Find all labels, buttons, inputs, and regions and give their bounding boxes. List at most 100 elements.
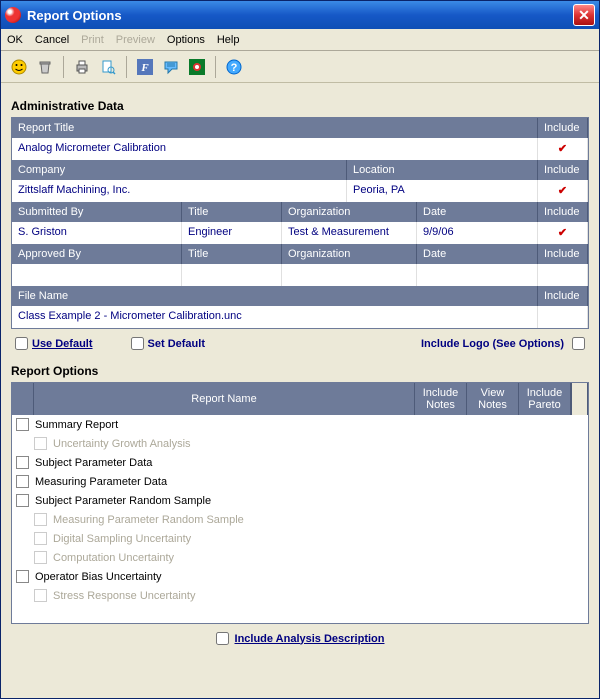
- menu-cancel[interactable]: Cancel: [35, 34, 69, 46]
- report-row[interactable]: Subject Parameter Data: [12, 453, 588, 472]
- report-row-label: Computation Uncertainty: [53, 552, 174, 564]
- report-row-checkbox: [34, 551, 47, 564]
- menu-help[interactable]: Help: [217, 34, 240, 46]
- rt-hdr-scroll: [571, 383, 588, 415]
- preview-button[interactable]: [96, 55, 120, 79]
- report-row-label: Operator Bias Uncertainty: [35, 571, 162, 583]
- val-file-name[interactable]: Class Example 2 - Micrometer Calibration…: [12, 306, 538, 328]
- chk-approved[interactable]: [538, 264, 588, 286]
- hdr-include: Include: [538, 160, 588, 180]
- val-app-date[interactable]: [417, 264, 538, 286]
- window-title: Report Options: [27, 8, 573, 23]
- report-row-checkbox[interactable]: [16, 418, 29, 431]
- chk-submitted[interactable]: ✔: [538, 222, 588, 244]
- report-row-label: Measuring Parameter Data: [35, 476, 167, 488]
- chk-company[interactable]: ✔: [538, 180, 588, 202]
- logo-button[interactable]: [185, 55, 209, 79]
- svg-text:F: F: [140, 62, 149, 74]
- val-location[interactable]: Peoria, PA: [347, 180, 538, 202]
- titlebar: Report Options ✕: [1, 1, 599, 29]
- hdr-include: Include: [538, 202, 588, 222]
- rt-hdr-view-notes: View Notes: [467, 383, 519, 415]
- report-row-checkbox[interactable]: [16, 456, 29, 469]
- font-icon: F: [137, 59, 153, 75]
- report-row[interactable]: Uncertainty Growth Analysis: [12, 434, 588, 453]
- report-row-checkbox[interactable]: [16, 475, 29, 488]
- report-row-checkbox[interactable]: [16, 494, 29, 507]
- val-company[interactable]: Zittslaff Machining, Inc.: [12, 180, 347, 202]
- report-row[interactable]: Measuring Parameter Random Sample: [12, 510, 588, 529]
- val-app-title[interactable]: [182, 264, 282, 286]
- hdr-title: Title: [182, 244, 282, 264]
- report-options-title: Report Options: [11, 364, 589, 378]
- toolbar-separator: [126, 56, 127, 78]
- val-sub-title[interactable]: Engineer: [182, 222, 282, 244]
- defaults-row: Use Default Set Default Include Logo (Se…: [11, 329, 589, 358]
- hdr-date: Date: [417, 244, 538, 264]
- hdr-approved-by: Approved By: [12, 244, 182, 264]
- bottom-bar: Include Analysis Description: [11, 624, 589, 649]
- val-report-title[interactable]: Analog Micrometer Calibration: [12, 138, 538, 160]
- hdr-title: Title: [182, 202, 282, 222]
- preview-icon: [100, 59, 116, 75]
- report-table-body[interactable]: Summary Report Uncertainty Growth Analysi…: [12, 415, 588, 623]
- report-row[interactable]: Stress Response Uncertainty: [12, 586, 588, 605]
- report-row[interactable]: Measuring Parameter Data: [12, 472, 588, 491]
- menu-print: Print: [81, 34, 104, 46]
- hdr-report-title: Report Title: [12, 118, 538, 138]
- hdr-company: Company: [12, 160, 347, 180]
- note-button[interactable]: [159, 55, 183, 79]
- chk-report-title[interactable]: ✔: [538, 138, 588, 160]
- report-row[interactable]: Subject Parameter Random Sample: [12, 491, 588, 510]
- use-default-checkbox[interactable]: Use Default: [15, 337, 93, 350]
- rt-hdr-include-pareto: Include Pareto: [519, 383, 571, 415]
- report-row[interactable]: Computation Uncertainty: [12, 548, 588, 567]
- report-row-label: Uncertainty Growth Analysis: [53, 438, 191, 450]
- report-row-checkbox[interactable]: [16, 570, 29, 583]
- logo-icon: [189, 59, 205, 75]
- include-analysis-checkbox[interactable]: [216, 632, 229, 645]
- content-area: Administrative Data Report Title Include…: [1, 83, 599, 698]
- report-table-header: Report Name Include Notes View Notes Inc…: [12, 383, 588, 415]
- report-row-checkbox: [34, 437, 47, 450]
- report-row-label: Stress Response Uncertainty: [53, 590, 195, 602]
- report-row-label: Subject Parameter Data: [35, 457, 152, 469]
- hdr-organization: Organization: [282, 244, 417, 264]
- print-button[interactable]: [70, 55, 94, 79]
- menu-options[interactable]: Options: [167, 34, 205, 46]
- val-submitted-by[interactable]: S. Griston: [12, 222, 182, 244]
- close-button[interactable]: ✕: [573, 4, 595, 26]
- report-row[interactable]: Operator Bias Uncertainty: [12, 567, 588, 586]
- include-analysis-label: Include Analysis Description: [235, 633, 385, 645]
- val-approved-by[interactable]: [12, 264, 182, 286]
- chk-file-name[interactable]: [538, 306, 588, 328]
- help-button[interactable]: ?: [222, 55, 246, 79]
- val-sub-org[interactable]: Test & Measurement: [282, 222, 417, 244]
- note-icon: [163, 59, 179, 75]
- admin-grid: Report Title Include Analog Micrometer C…: [11, 117, 589, 329]
- menu-ok[interactable]: OK: [7, 34, 23, 46]
- report-row-label: Digital Sampling Uncertainty: [53, 533, 191, 545]
- report-row[interactable]: Summary Report: [12, 415, 588, 434]
- smiley-icon: [11, 59, 27, 75]
- val-app-org[interactable]: [282, 264, 417, 286]
- toolbar-separator: [215, 56, 216, 78]
- report-row[interactable]: Digital Sampling Uncertainty: [12, 529, 588, 548]
- set-default-checkbox[interactable]: Set Default: [131, 337, 205, 350]
- font-button[interactable]: F: [133, 55, 157, 79]
- trash-button[interactable]: [33, 55, 57, 79]
- app-icon: [5, 7, 21, 23]
- hdr-include: Include: [538, 118, 588, 138]
- report-row-checkbox: [34, 513, 47, 526]
- print-icon: [74, 59, 90, 75]
- report-options-table: Report Name Include Notes View Notes Inc…: [11, 382, 589, 624]
- report-options-window: Report Options ✕ OK Cancel Print Preview…: [0, 0, 600, 699]
- menubar: OK Cancel Print Preview Options Help: [1, 29, 599, 51]
- include-logo-checkbox[interactable]: [572, 337, 585, 350]
- report-row-label: Subject Parameter Random Sample: [35, 495, 211, 507]
- toolbar: F ?: [1, 51, 599, 83]
- use-default-label: Use Default: [32, 338, 93, 350]
- smiley-button[interactable]: [7, 55, 31, 79]
- rt-hdr-include-notes: Include Notes: [415, 383, 467, 415]
- val-sub-date[interactable]: 9/9/06: [417, 222, 538, 244]
